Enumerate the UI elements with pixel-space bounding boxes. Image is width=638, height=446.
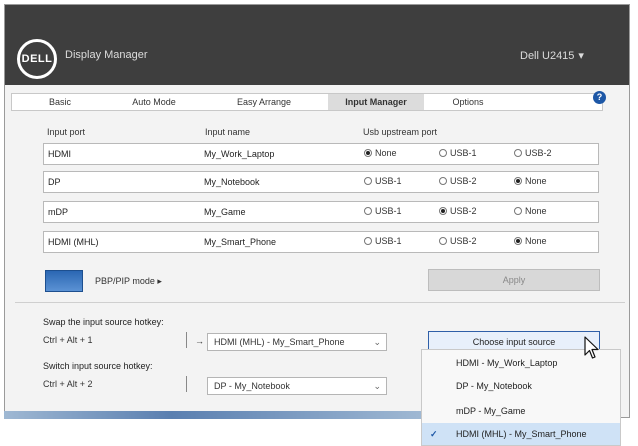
- arrow-icon: →: [195, 336, 204, 346]
- chevron-down-icon: ▾: [578, 50, 584, 62]
- chevron-down-icon: ⌄: [373, 381, 381, 391]
- apply-button[interactable]: Apply: [428, 269, 600, 291]
- radio-icon: [439, 207, 447, 215]
- radio-option[interactable]: None: [514, 176, 547, 186]
- radio-option[interactable]: USB-1: [439, 148, 477, 158]
- tab-easy-arrange[interactable]: Easy Arrange: [200, 94, 328, 110]
- pbp-mode-icon: [45, 270, 83, 292]
- radio-option[interactable]: USB-2: [439, 176, 477, 186]
- checkmark-icon: ✓: [430, 429, 438, 439]
- monitor-label: Dell U2415: [520, 50, 575, 62]
- title-bar: DELL Display Manager Dell U2415 ▾: [5, 5, 629, 85]
- menu-item[interactable]: DP - My_Notebook: [422, 375, 620, 397]
- swap-hotkey-field[interactable]: Ctrl + Alt + 1: [43, 335, 93, 345]
- radio-option[interactable]: USB-2: [439, 236, 477, 246]
- radio-icon: [364, 207, 372, 215]
- source-menu: HDMI - My_Work_Laptop DP - My_Notebook m…: [421, 349, 621, 446]
- port-label: DP: [48, 177, 61, 187]
- swap-hotkey-label: Swap the input source hotkey:: [43, 317, 164, 327]
- taskbar-strip: [4, 411, 422, 419]
- radio-option[interactable]: USB-2: [439, 206, 477, 216]
- radio-option[interactable]: None: [364, 148, 397, 158]
- table-row: DP My_Notebook USB-1 USB-2 None: [43, 171, 599, 193]
- table-row: HDMI My_Work_Laptop None USB-1 USB-2: [43, 143, 599, 165]
- tab-basic[interactable]: Basic: [12, 94, 108, 110]
- column-header-input-name: Input name: [205, 127, 251, 137]
- switch-hotkey-field[interactable]: Ctrl + Alt + 2: [43, 379, 93, 389]
- field-divider: [186, 376, 187, 392]
- radio-icon: [439, 177, 447, 185]
- radio-icon: [364, 237, 372, 245]
- dell-logo: DELL: [17, 39, 57, 79]
- switch-source-value: DP - My_Notebook: [214, 381, 290, 391]
- pbp-mode-label[interactable]: PBP/PIP mode ▸: [95, 276, 162, 287]
- port-name: My_Smart_Phone: [204, 237, 277, 247]
- monitor-selector[interactable]: Dell U2415 ▾: [520, 49, 584, 62]
- table-row: HDMI (MHL) My_Smart_Phone USB-1 USB-2 No…: [43, 231, 599, 253]
- app-title: Display Manager: [65, 49, 148, 61]
- tab-auto-mode[interactable]: Auto Mode: [108, 94, 200, 110]
- port-name: My_Notebook: [204, 177, 260, 187]
- port-label: mDP: [48, 207, 68, 217]
- radio-icon: [439, 149, 447, 157]
- tab-input-manager[interactable]: Input Manager: [328, 94, 424, 110]
- chevron-down-icon: ⌄: [373, 337, 381, 347]
- radio-icon: [364, 177, 372, 185]
- table-row: mDP My_Game USB-1 USB-2 None: [43, 201, 599, 223]
- radio-option[interactable]: USB-1: [364, 236, 402, 246]
- port-label: HDMI: [48, 149, 71, 159]
- column-header-input-port: Input port: [47, 127, 86, 137]
- radio-option[interactable]: USB-1: [364, 176, 402, 186]
- radio-icon: [514, 207, 522, 215]
- field-divider: [186, 332, 187, 348]
- mouse-cursor-icon: [584, 336, 599, 359]
- menu-item[interactable]: mDP - My_Game: [422, 400, 620, 422]
- radio-option[interactable]: None: [514, 236, 547, 246]
- swap-source-value: HDMI (MHL) - My_Smart_Phone: [214, 337, 345, 347]
- switch-source-select[interactable]: DP - My_Notebook ⌄: [207, 377, 387, 395]
- port-name: My_Work_Laptop: [204, 149, 275, 159]
- switch-hotkey-label: Switch input source hotkey:: [43, 361, 153, 371]
- radio-option[interactable]: USB-2: [514, 148, 552, 158]
- port-name: My_Game: [204, 207, 246, 217]
- help-icon[interactable]: ?: [593, 91, 606, 104]
- radio-icon: [439, 237, 447, 245]
- tab-options[interactable]: Options: [424, 94, 512, 110]
- radio-icon: [514, 149, 522, 157]
- port-label: HDMI (MHL): [48, 237, 99, 247]
- radio-icon: [514, 237, 522, 245]
- radio-icon: [514, 177, 522, 185]
- tab-bar: Basic Auto Mode Easy Arrange Input Manag…: [11, 93, 603, 111]
- section-divider: [15, 302, 625, 303]
- column-header-usb: Usb upstream port: [363, 127, 438, 137]
- menu-item-selected[interactable]: ✓ HDMI (MHL) - My_Smart_Phone: [422, 423, 620, 445]
- radio-icon: [364, 149, 372, 157]
- swap-source-select[interactable]: HDMI (MHL) - My_Smart_Phone ⌄: [207, 333, 387, 351]
- radio-option[interactable]: None: [514, 206, 547, 216]
- radio-option[interactable]: USB-1: [364, 206, 402, 216]
